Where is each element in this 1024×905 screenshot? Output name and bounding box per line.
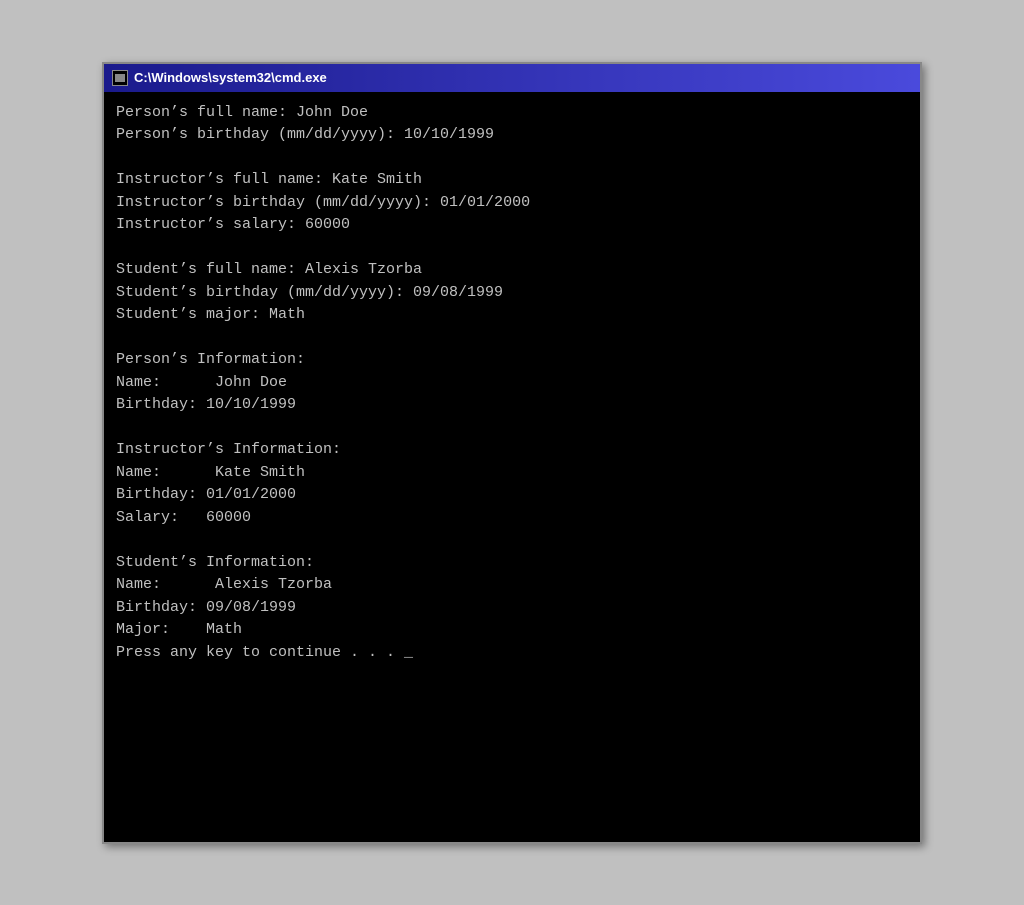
console-line: Student’s full name: Alexis Tzorba	[116, 261, 422, 278]
console-line: Birthday: 10/10/1999	[116, 396, 296, 413]
cmd-icon	[112, 70, 128, 86]
console-line	[116, 327, 908, 350]
console-line: Student’s birthday (mm/dd/yyyy): 09/08/1…	[116, 284, 503, 301]
console-line: Student’s major: Math	[116, 306, 305, 323]
console-line: Birthday: 09/08/1999	[116, 599, 296, 616]
console-line: Name: Alexis Tzorba	[116, 576, 332, 593]
console-line: Person’s birthday (mm/dd/yyyy): 10/10/19…	[116, 126, 494, 143]
console-line: Instructor’s full name: Kate Smith	[116, 171, 422, 188]
title-bar-text: C:\Windows\system32\cmd.exe	[134, 70, 327, 85]
console-output: Person’s full name: John Doe Person’s bi…	[116, 102, 908, 665]
console-line: Name: John Doe	[116, 374, 287, 391]
console-line	[116, 529, 908, 552]
console-line: Student’s Information:	[116, 554, 314, 571]
console-line	[116, 417, 908, 440]
console-body[interactable]: Person’s full name: John Doe Person’s bi…	[104, 92, 920, 842]
console-line: Press any key to continue . . . _	[116, 644, 413, 661]
console-line	[116, 237, 908, 260]
console-line: Birthday: 01/01/2000	[116, 486, 296, 503]
console-line: Instructor’s Information:	[116, 441, 341, 458]
console-line: Person’s full name: John Doe	[116, 104, 368, 121]
console-line: Major: Math	[116, 621, 242, 638]
console-line: Person’s Information:	[116, 351, 305, 368]
console-line: Name: Kate Smith	[116, 464, 305, 481]
console-line: Salary: 60000	[116, 509, 251, 526]
console-line	[116, 147, 908, 170]
console-line: Instructor’s birthday (mm/dd/yyyy): 01/0…	[116, 194, 530, 211]
title-bar: C:\Windows\system32\cmd.exe	[104, 64, 920, 92]
cmd-window: C:\Windows\system32\cmd.exe Person’s ful…	[102, 62, 922, 844]
console-line: Instructor’s salary: 60000	[116, 216, 350, 233]
